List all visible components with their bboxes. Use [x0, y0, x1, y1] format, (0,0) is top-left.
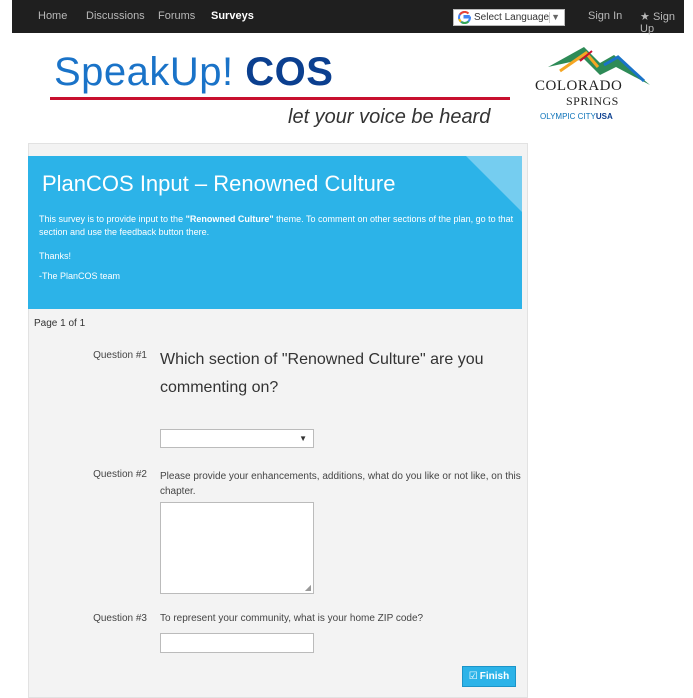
- page-indicator: Page 1 of 1: [34, 318, 86, 329]
- nav-home[interactable]: Home: [38, 10, 67, 22]
- brand-part1: SpeakUp!: [54, 50, 234, 94]
- finish-label: Finish: [479, 671, 510, 682]
- question-2-textarea[interactable]: ◢: [160, 502, 314, 594]
- brand-underline: [50, 97, 510, 100]
- question-3-text: To represent your community, what is you…: [160, 613, 424, 624]
- language-select[interactable]: Select Language ▼: [453, 9, 565, 26]
- sign-in-link[interactable]: Sign In: [588, 10, 622, 22]
- question-2-text: Please provide your enhancements, additi…: [160, 471, 521, 497]
- sign-up-link[interactable]: ★ Sign Up: [640, 10, 684, 35]
- brand-part2: COS: [245, 50, 334, 94]
- site-logo[interactable]: SpeakUp! COS: [54, 50, 333, 95]
- city-subtitle: SPRINGS: [566, 94, 619, 108]
- checkbox-icon: ☑: [468, 671, 478, 682]
- city-motto-2: USA: [595, 112, 613, 121]
- dropdown-arrow-icon: ▼: [299, 434, 307, 443]
- question-3-label: Question #3: [93, 613, 147, 624]
- question-1-text: Which section of "Renowned Culture" are …: [160, 351, 484, 396]
- resize-grip-icon[interactable]: ◢: [305, 583, 311, 592]
- star-icon: ★: [640, 11, 650, 23]
- finish-button[interactable]: ☑ Finish: [462, 666, 516, 687]
- zip-code-input[interactable]: [160, 633, 314, 653]
- banner-fold-corner: [466, 156, 522, 212]
- city-title: COLORADO: [535, 78, 623, 94]
- question-1-label: Question #1: [93, 350, 147, 361]
- top-navbar: Home Discussions Forums Surveys Select L…: [12, 0, 684, 35]
- divider: [549, 12, 550, 23]
- city-motto-1: OLYMPIC CITY: [540, 112, 596, 121]
- question-2-label: Question #2: [93, 469, 147, 480]
- nav-discussions[interactable]: Discussions: [86, 10, 145, 22]
- survey-signoff: -The PlanCOS team: [39, 271, 121, 281]
- survey-intro: This survey is to provide input to the "…: [39, 213, 517, 239]
- survey-thanks: Thanks!: [39, 251, 72, 261]
- nav-forums[interactable]: Forums: [158, 10, 195, 22]
- city-motto: OLYMPIC CITYUSA: [540, 112, 613, 121]
- tagline: let your voice be heard: [288, 106, 491, 128]
- language-select-label: Select Language: [474, 12, 550, 23]
- google-icon: [458, 11, 471, 24]
- survey-intro-before: This survey is to provide input to the: [39, 214, 186, 224]
- dropdown-arrow-icon: ▼: [551, 12, 560, 22]
- survey-intro-theme: "Renowned Culture": [185, 214, 274, 224]
- survey-title: PlanCOS Input – Renowned Culture: [42, 171, 396, 196]
- nav-surveys[interactable]: Surveys: [211, 10, 254, 22]
- question-1-select[interactable]: ▼: [160, 429, 314, 448]
